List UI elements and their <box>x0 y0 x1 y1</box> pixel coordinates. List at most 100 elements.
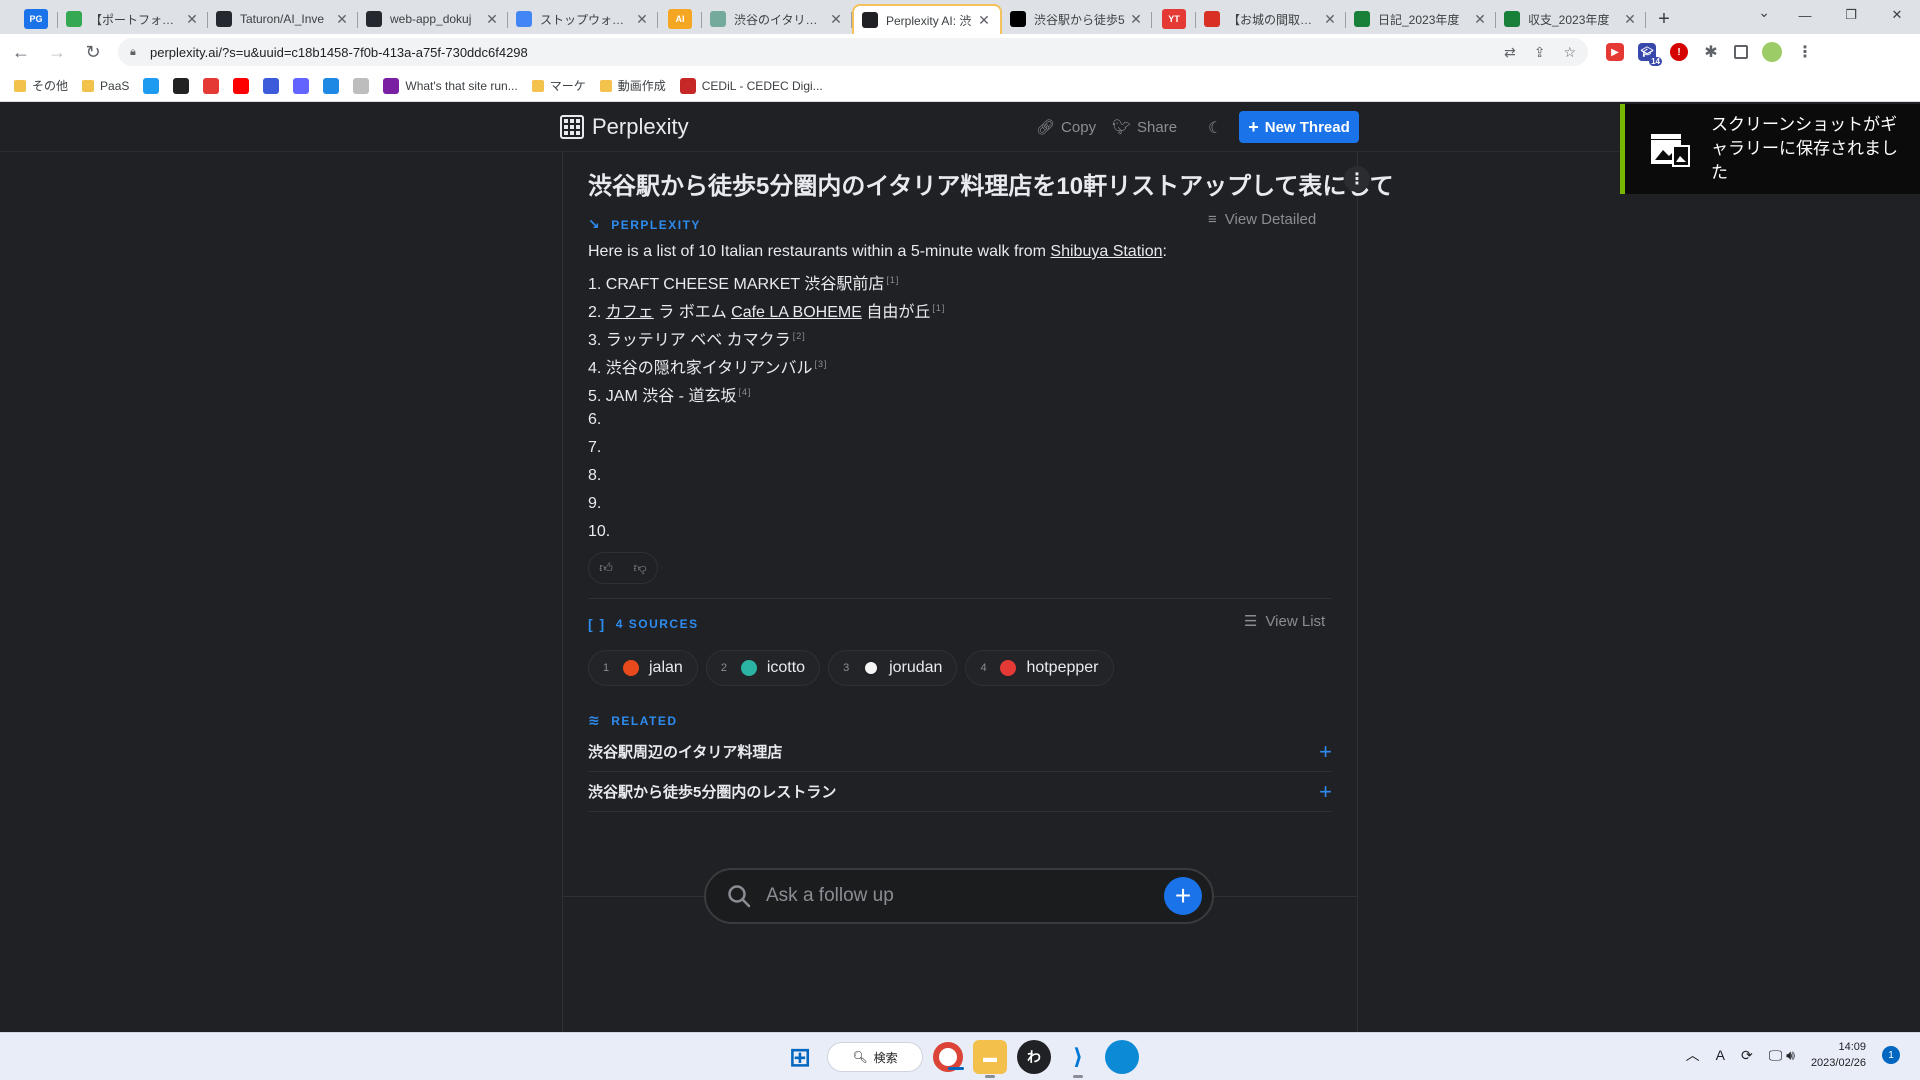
side-panel-icon[interactable] <box>1734 45 1748 59</box>
follow-up-input[interactable] <box>766 885 1164 907</box>
bookmark-item[interactable]: CEDiL - CEDEC Digi... <box>679 77 823 94</box>
cafe-link[interactable]: カフェ <box>606 304 654 321</box>
bookmark-item[interactable]: PaaS <box>82 79 129 93</box>
bookmark-item[interactable] <box>323 77 340 94</box>
close-tab-icon[interactable]: ✕ <box>828 11 844 28</box>
close-tab-icon[interactable]: ✕ <box>184 11 200 28</box>
network-speaker-icon[interactable]: 🖵︎ 🔊︎ <box>1769 1047 1795 1064</box>
bookmark-item[interactable]: 動画作成 <box>599 77 666 94</box>
source-chip[interactable]: 2 icotto <box>705 650 821 686</box>
bookmark-item[interactable]: その他 <box>14 77 68 94</box>
thread-menu-icon[interactable]: ⋮ <box>1344 166 1370 192</box>
thumbs-up-icon[interactable]: 👍︎ <box>599 560 613 576</box>
shibuya-station-link[interactable]: Shibuya Station <box>1050 243 1162 260</box>
notification-badge[interactable]: 1 <box>1882 1046 1900 1064</box>
shield-extension-icon[interactable]: ! <box>1670 43 1688 61</box>
close-tab-icon[interactable]: ✕ <box>334 11 350 28</box>
bookmark-item[interactable] <box>173 77 190 94</box>
graduation-extension-icon[interactable]: 🎓︎ 14 <box>1638 43 1662 66</box>
thumbs-down-icon[interactable]: 👎︎ <box>633 560 646 576</box>
browser-tab[interactable]: web-app_dokuj ✕ <box>358 4 508 34</box>
close-tab-icon[interactable]: ✕ <box>1472 11 1488 28</box>
browser-tab[interactable]: Taturon/AI_Inve ✕ <box>208 4 358 34</box>
forward-arrow-icon[interactable]: → <box>42 37 72 67</box>
new-tab-button[interactable]: + <box>1646 4 1682 34</box>
close-tab-icon[interactable]: ✕ <box>1128 11 1144 28</box>
link-icon: 🔗︎ <box>1036 119 1056 136</box>
submit-plus-icon[interactable]: + <box>1164 877 1202 915</box>
perplexity-logo[interactable]: Perplexity <box>560 114 689 140</box>
file-explorer-icon[interactable]: ▬ <box>973 1040 1007 1078</box>
app-wa-icon[interactable]: わ <box>1017 1040 1051 1074</box>
chrome-icon[interactable] <box>933 1042 964 1072</box>
bookmark-item[interactable] <box>293 77 310 94</box>
profile-avatar[interactable] <box>1762 42 1782 62</box>
close-tab-icon[interactable]: ✕ <box>1622 11 1638 28</box>
plus-icon[interactable]: + <box>1319 739 1332 765</box>
plus-icon[interactable]: + <box>1319 779 1332 805</box>
browser-tab[interactable]: YT <box>1152 4 1196 34</box>
browser-tab[interactable]: ストップウォッチ ✕ <box>508 4 658 34</box>
bookmark-item[interactable] <box>233 77 250 94</box>
related-question[interactable]: 渋谷駅から徒歩5分圏内のレストラン + <box>588 772 1332 812</box>
back-arrow-icon[interactable]: ← <box>6 37 36 67</box>
citation[interactable]: [2] <box>793 331 806 341</box>
puzzle-extensions-icon[interactable]: ✱ <box>1702 43 1720 61</box>
close-tab-icon[interactable]: ✕ <box>484 11 500 28</box>
bookmark-item[interactable] <box>203 77 220 94</box>
browser-tab[interactable]: 収支_2023年度 ✕ <box>1496 4 1646 34</box>
bookmark-item[interactable]: マーケ <box>531 77 586 94</box>
vscode-icon[interactable]: ⟩ <box>1061 1040 1095 1078</box>
browser-tab[interactable]: 日記_2023年度 ✕ <box>1346 4 1496 34</box>
bookmark-star-icon[interactable]: ☆ <box>1563 44 1576 61</box>
share-button[interactable]: 🐦︎ Share <box>1112 118 1177 137</box>
citation[interactable]: [3] <box>815 359 828 369</box>
ime-icon[interactable]: A <box>1716 1047 1725 1063</box>
translate-icon[interactable]: ⇄ <box>1504 44 1516 61</box>
url-text[interactable]: perplexity.ai/?s=u&uuid=c18b1458-7f0b-41… <box>150 45 1504 60</box>
edge-icon[interactable] <box>1105 1040 1139 1074</box>
reload-icon[interactable]: ↻ <box>78 37 108 67</box>
restore-icon[interactable]: ❐ <box>1828 0 1874 30</box>
source-chip[interactable]: 4 hotpepper <box>965 650 1114 686</box>
browser-tab[interactable]: 【ポートフォリオ】Pl✕ <box>58 4 208 34</box>
sync-icon[interactable]: ⟳ <box>1741 1047 1753 1064</box>
bookmark-item[interactable]: What's that site run... <box>383 77 518 94</box>
clock[interactable]: 14:09 2023/02/26 <box>1811 1039 1866 1071</box>
browser-tab[interactable]: 【お城の間取りは ✕ <box>1196 4 1346 34</box>
start-icon[interactable]: ⊞ <box>783 1040 817 1074</box>
cafe-la-boheme-link[interactable]: Cafe LA BOHEME <box>731 304 862 321</box>
lock-icon[interactable]: 🔒︎ <box>130 46 140 58</box>
browser-tab[interactable]: AI <box>658 4 702 34</box>
new-thread-button[interactable]: + New Thread <box>1239 111 1359 143</box>
browser-tab[interactable]: 渋谷のイタリア料理✕ <box>702 4 852 34</box>
view-detailed-button[interactable]: ≡ View Detailed <box>1208 211 1316 228</box>
close-tab-icon[interactable]: ✕ <box>634 11 650 28</box>
tab-search-icon[interactable]: ⌄ <box>1758 4 1770 21</box>
share-page-icon[interactable]: ⇪ <box>1534 44 1546 61</box>
close-window-icon[interactable]: ✕ <box>1874 0 1920 30</box>
source-chip[interactable]: 1 jalan <box>588 650 698 686</box>
bookmark-item[interactable] <box>353 77 370 94</box>
youtube-extension-icon[interactable]: ▶ <box>1606 43 1624 61</box>
citation[interactable]: [1] <box>886 275 899 285</box>
related-question[interactable]: 渋谷駅周辺のイタリア料理店 + <box>588 732 1332 772</box>
browser-tab[interactable]: 渋谷駅から徒歩5 ✕ <box>1002 4 1152 34</box>
view-list-button[interactable]: ☰ View List <box>1244 612 1325 631</box>
citation[interactable]: [1] <box>932 303 945 313</box>
browser-tab[interactable]: Perplexity AI: 渋 ✕ <box>852 4 1002 34</box>
minimize-icon[interactable]: — <box>1782 0 1828 30</box>
bookmark-item[interactable] <box>263 77 280 94</box>
citation[interactable]: [4] <box>738 387 751 397</box>
chevron-up-icon[interactable]: ︿ <box>1686 1045 1700 1065</box>
source-chip[interactable]: 3 jorudan <box>828 650 958 686</box>
browser-menu-icon[interactable]: ⋮ <box>1796 43 1814 61</box>
close-tab-icon[interactable]: ✕ <box>1322 11 1338 28</box>
taskbar-search[interactable]: 🔍︎ 検索 <box>827 1042 923 1072</box>
close-tab-icon[interactable]: ✕ <box>976 12 992 29</box>
address-bar[interactable]: 🔒︎ perplexity.ai/?s=u&uuid=c18b1458-7f0b… <box>118 38 1588 66</box>
copy-button[interactable]: 🔗︎ Copy <box>1036 118 1096 137</box>
bookmark-item[interactable] <box>143 77 160 94</box>
browser-tab[interactable]: PG <box>14 4 58 34</box>
dark-mode-toggle-icon[interactable]: ☾ <box>1208 118 1222 138</box>
